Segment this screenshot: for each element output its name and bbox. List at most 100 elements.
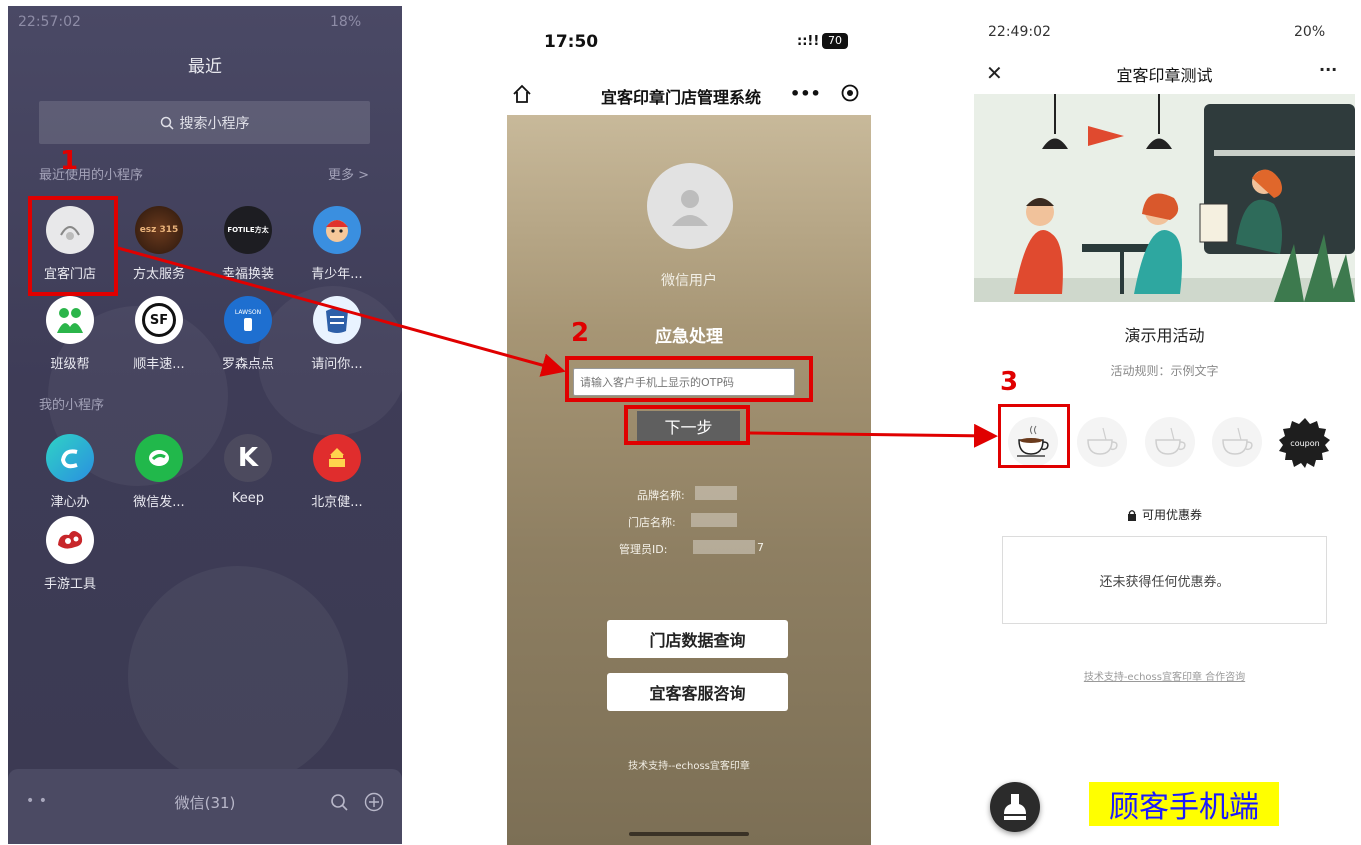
- highlight-box-next: [624, 405, 750, 445]
- app-label: 微信发...: [133, 495, 185, 510]
- battery-indicator: 70: [822, 33, 848, 49]
- store-data-query-button[interactable]: 门店数据查询: [607, 620, 788, 658]
- lawson-icon: LAWSON: [224, 296, 272, 344]
- activity-rules: 活动规则：示例文字: [1110, 364, 1219, 378]
- highlight-box-1: [28, 196, 118, 296]
- sf-express-icon: SF: [135, 296, 183, 344]
- app-label: 顺丰速...: [133, 357, 185, 372]
- coupon-reward-badge: coupon: [1279, 417, 1331, 469]
- stamp-slot-empty: [1145, 417, 1195, 467]
- bottom-bar: • • 微信(31): [8, 769, 402, 844]
- brand-name-label: 品牌名称:: [637, 489, 685, 502]
- status-battery: 20%: [1294, 24, 1326, 40]
- coffee-cup-icon: [1222, 427, 1253, 455]
- stamp-slot-empty: [1212, 417, 1262, 467]
- customer-service-button[interactable]: 宜客客服咨询: [607, 673, 788, 711]
- redacted-brand: [695, 486, 737, 500]
- app-class-helper[interactable]: 班级帮: [30, 296, 110, 372]
- step-number-2: 2: [571, 318, 590, 348]
- nav-title: 宜客印章测试: [1116, 66, 1213, 85]
- coupon-badge-text: coupon: [1290, 438, 1320, 448]
- add-icon[interactable]: [364, 792, 384, 812]
- search-icon: [160, 116, 174, 130]
- admin-id-suffix: 7: [757, 541, 764, 554]
- stamp-float-button[interactable]: [990, 782, 1040, 832]
- stamp-icon: [1004, 794, 1026, 820]
- background-bokeh: [128, 566, 348, 786]
- app-beijing-health[interactable]: 北京健...: [297, 434, 377, 510]
- section-title: 应急处理: [655, 327, 723, 347]
- game-tools-icon: [46, 516, 94, 564]
- app-label: 手游工具: [43, 577, 96, 592]
- wechat-invoice-icon: [135, 434, 183, 482]
- more-link[interactable]: 更多 >: [328, 164, 369, 183]
- coupons-empty-box: 还未获得任何优惠券。: [1002, 536, 1327, 624]
- search-miniprogram-bar[interactable]: 搜索小程序: [39, 101, 370, 144]
- activity-title: 演示用活动: [1124, 326, 1205, 345]
- beijing-health-icon: [313, 434, 361, 482]
- search-icon[interactable]: [330, 793, 348, 811]
- status-battery: 18%: [330, 14, 362, 30]
- redacted-store: [691, 513, 737, 527]
- more-dots-icon[interactable]: •••: [790, 84, 821, 103]
- youth-mascot-icon: [313, 206, 361, 254]
- redacted-admin-id: [693, 540, 755, 554]
- app-jinxinban[interactable]: 津心办: [30, 434, 110, 510]
- store-name-label: 门店名称:: [628, 516, 676, 529]
- recent-section-header: 最近使用的小程序: [39, 168, 144, 183]
- tech-support-link[interactable]: 技术支持-echoss宜客印章 合作咨询: [974, 668, 1355, 683]
- page-title: 最近: [188, 57, 222, 77]
- wechat-recent-miniprograms-screen: 22:57:02 18% 最近 搜索小程序 最近使用的小程序 更多 > 宜客门店…: [8, 6, 402, 844]
- app-sf-express[interactable]: SF 顺丰速...: [119, 296, 199, 372]
- coffee-cup-icon: [1155, 427, 1186, 455]
- app-keep[interactable]: K Keep: [208, 434, 288, 506]
- fangtai-service-icon: esz 315: [135, 206, 183, 254]
- step-number-3: 3: [1000, 367, 1019, 397]
- my-miniprograms-header: 我的小程序: [39, 398, 105, 413]
- highlight-box-2: [565, 356, 813, 402]
- app-label: 方太服务: [132, 267, 185, 282]
- app-youth[interactable]: 青少年...: [297, 206, 377, 282]
- home-icon[interactable]: [511, 83, 533, 105]
- user-avatar: [647, 163, 733, 249]
- fotile-icon: FOTILE方太: [224, 206, 272, 254]
- nav-title: 宜客印章门店管理系统: [601, 88, 762, 107]
- home-indicator: [629, 832, 749, 836]
- app-wechat-invoice[interactable]: 微信发...: [119, 434, 199, 510]
- app-label: 幸福换装: [221, 267, 274, 282]
- coupons-header: 可用优惠券: [974, 506, 1355, 523]
- store-content-area: 微信用户 应急处理 下一步 品牌名称: 门店名称: 管理员ID: 7 门店数据查…: [507, 115, 871, 845]
- user-name: 微信用户: [661, 273, 717, 289]
- app-label: 班级帮: [50, 357, 90, 372]
- question-app-icon: [313, 296, 361, 344]
- coffee-cup-icon: [1087, 427, 1118, 455]
- jinxinban-icon: [46, 434, 94, 482]
- keep-icon: K: [224, 434, 272, 482]
- search-placeholder: 搜索小程序: [179, 115, 250, 132]
- close-target-icon[interactable]: [840, 83, 860, 103]
- app-label: 北京健...: [311, 495, 363, 510]
- more-icon[interactable]: ···: [1319, 60, 1337, 79]
- stamp-slot-empty: [1077, 417, 1127, 467]
- footer-support: 技术支持--echoss宜客印章: [628, 761, 750, 772]
- app-label: Keep: [231, 491, 265, 506]
- step-number-1: 1: [60, 146, 79, 176]
- user-silhouette-icon: [672, 190, 708, 226]
- app-question[interactable]: 请问你...: [297, 296, 377, 372]
- lock-icon: [1127, 509, 1136, 521]
- status-time: 22:49:02: [988, 24, 1051, 40]
- app-lawson[interactable]: LAWSON 罗森点点: [208, 296, 288, 372]
- highlight-box-3: [998, 404, 1070, 468]
- app-fangtai-service[interactable]: esz 315 方太服务: [119, 206, 199, 282]
- app-label: 罗森点点: [221, 357, 274, 372]
- cafe-banner-illustration: [974, 94, 1355, 302]
- class-helper-icon: [46, 296, 94, 344]
- admin-id-label: 管理员ID:: [619, 543, 668, 556]
- status-time: 17:50: [544, 32, 599, 52]
- app-fotile[interactable]: FOTILE方太 幸福换装: [208, 206, 288, 282]
- app-label: 津心办: [50, 495, 90, 510]
- status-time: 22:57:02: [18, 14, 81, 30]
- app-game-tools[interactable]: 手游工具: [30, 516, 110, 592]
- app-label: 请问你...: [311, 357, 363, 372]
- customer-phone-caption: 顾客手机端: [1089, 782, 1279, 826]
